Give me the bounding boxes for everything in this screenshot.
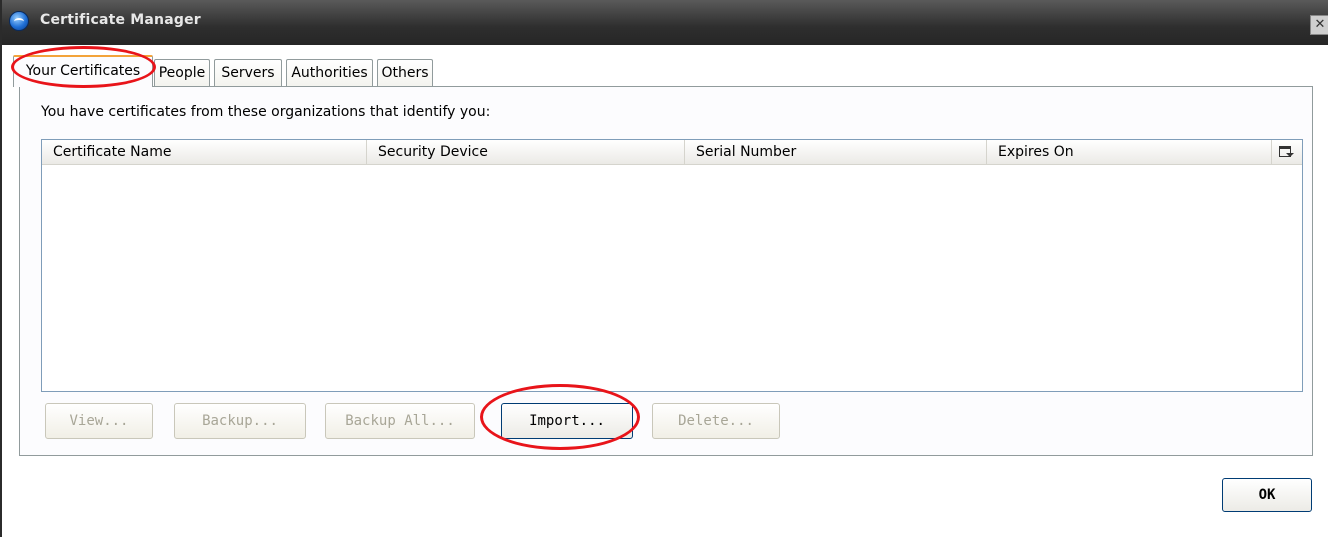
title-bar[interactable]: Certificate Manager ✕ (2, 0, 1328, 45)
import-button[interactable]: Import... (501, 403, 633, 439)
panel-description: You have certificates from these organiz… (41, 104, 491, 120)
column-picker-icon[interactable] (1277, 144, 1294, 160)
column-header-serial-number[interactable]: Serial Number (685, 140, 987, 165)
ok-button[interactable]: OK (1222, 478, 1312, 512)
column-header-certificate-name[interactable]: Certificate Name (42, 140, 367, 165)
column-header-security-device[interactable]: Security Device (367, 140, 685, 165)
tree-header: Certificate Name Security Device Serial … (42, 140, 1302, 165)
backup-button[interactable]: Backup... (174, 403, 306, 439)
tab-people[interactable]: People (154, 59, 210, 87)
tab-your-certificates[interactable]: Your Certificates (13, 55, 153, 87)
tab-authorities[interactable]: Authorities (286, 59, 373, 87)
browser-logo-icon (9, 11, 29, 31)
tab-servers[interactable]: Servers (214, 59, 282, 87)
close-icon[interactable]: ✕ (1310, 15, 1328, 35)
delete-button[interactable]: Delete... (652, 403, 780, 439)
certificate-tree[interactable]: Certificate Name Security Device Serial … (41, 139, 1303, 392)
view-button[interactable]: View... (45, 403, 153, 439)
tab-others[interactable]: Others (377, 59, 433, 87)
window-title: Certificate Manager (40, 12, 201, 28)
column-header-expires-on[interactable]: Expires On (987, 140, 1272, 165)
certificate-manager-window: Certificate Manager ✕ Your Certificates … (0, 0, 1328, 537)
backup-all-button[interactable]: Backup All... (325, 403, 475, 439)
your-certificates-panel: You have certificates from these organiz… (19, 86, 1313, 456)
